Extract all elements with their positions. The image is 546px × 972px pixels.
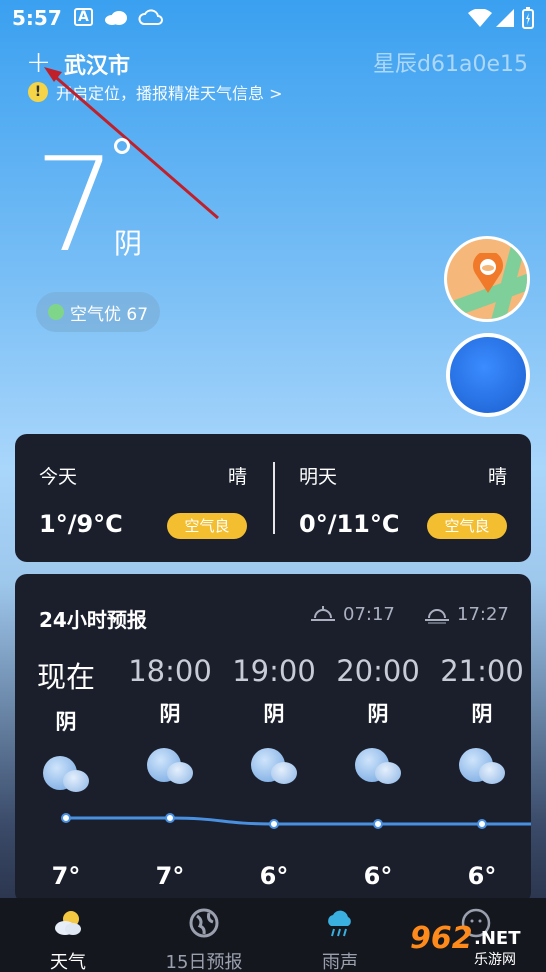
day-temperature: 0°/11°C xyxy=(299,510,400,538)
site-logo: 962 .NET 乐游网 xyxy=(410,921,521,968)
degree-symbol xyxy=(114,138,130,154)
svg-text:乐游网: 乐游网 xyxy=(474,952,516,968)
temperature-line xyxy=(66,816,531,826)
leaf-icon xyxy=(48,304,64,320)
aqi-badge[interactable]: 空气优 67 xyxy=(36,292,161,332)
svg-text:.NET: .NET xyxy=(474,928,521,949)
location-hint-text: 开启定位，播报精准天气信息 > xyxy=(56,84,283,103)
status-time: 5:57 xyxy=(12,6,62,30)
day-aqi-badge: 空气良 xyxy=(167,513,247,539)
city-name[interactable]: 武汉市 xyxy=(64,48,130,80)
aqi-text: 空气优 67 xyxy=(70,304,149,325)
a-notification-icon: A xyxy=(74,8,93,26)
temperature-point xyxy=(477,819,487,829)
add-city-icon[interactable]: + xyxy=(26,48,51,78)
globe-icon xyxy=(189,908,219,938)
day-temperature: 1°/9°C xyxy=(39,510,123,538)
battery-icon xyxy=(522,7,534,29)
tab-rain-sound[interactable]: 雨声 xyxy=(272,898,408,972)
rain-cloud-icon xyxy=(328,910,351,937)
voice-broadcast-button[interactable] xyxy=(446,333,530,417)
temperature-point xyxy=(373,819,383,829)
temperature-point xyxy=(61,813,71,823)
day-aqi-badge: 空气良 xyxy=(427,513,507,539)
cloud-icon xyxy=(105,11,127,25)
temperature-point xyxy=(165,813,175,823)
hourly-forecast-card: 24小时预报 07:17 17:27 现在阴 7° 18:00 阴 7° 19:00 阴 6°… xyxy=(15,574,531,904)
tab-15-day[interactable]: 15日预报 xyxy=(136,898,272,972)
weather-icon xyxy=(55,911,81,935)
day-name: 明天 xyxy=(299,466,338,488)
temperature-line-chart xyxy=(61,813,531,829)
day-summary-card: 今天 晴 1°/9°C 空气良 明天 晴 0°/11°C 空气良 xyxy=(15,434,531,562)
tomorrow-summary[interactable]: 明天 晴 0°/11°C 空气良 xyxy=(275,434,507,562)
warning-icon: ! xyxy=(28,82,48,102)
current-condition: 阴 xyxy=(114,227,143,260)
location-pin-icon xyxy=(473,253,503,293)
day-name: 今天 xyxy=(39,466,78,488)
signal-icon xyxy=(496,9,514,27)
today-summary[interactable]: 今天 晴 1°/9°C 空气良 xyxy=(15,434,247,562)
map-button[interactable] xyxy=(444,236,530,322)
wifi-icon xyxy=(468,9,492,27)
current-temperature: 7 xyxy=(34,129,117,281)
day-condition: 晴 xyxy=(227,466,247,488)
watermark-text: 星辰d61a0e15 xyxy=(373,52,528,77)
location-hint-link[interactable]: ! 开启定位，播报精准天气信息 > xyxy=(28,80,283,104)
cloud-outline-icon xyxy=(138,9,163,25)
temperature-point xyxy=(269,819,279,829)
tab-label: 天气 xyxy=(50,952,86,972)
tab-label: 15日预报 xyxy=(165,952,243,972)
day-condition: 晴 xyxy=(487,466,507,488)
svg-text:962: 962 xyxy=(410,921,473,956)
tab-weather[interactable]: 天气 xyxy=(0,898,136,972)
tab-label: 雨声 xyxy=(322,952,358,972)
status-bar: 5:57 A xyxy=(0,0,546,36)
